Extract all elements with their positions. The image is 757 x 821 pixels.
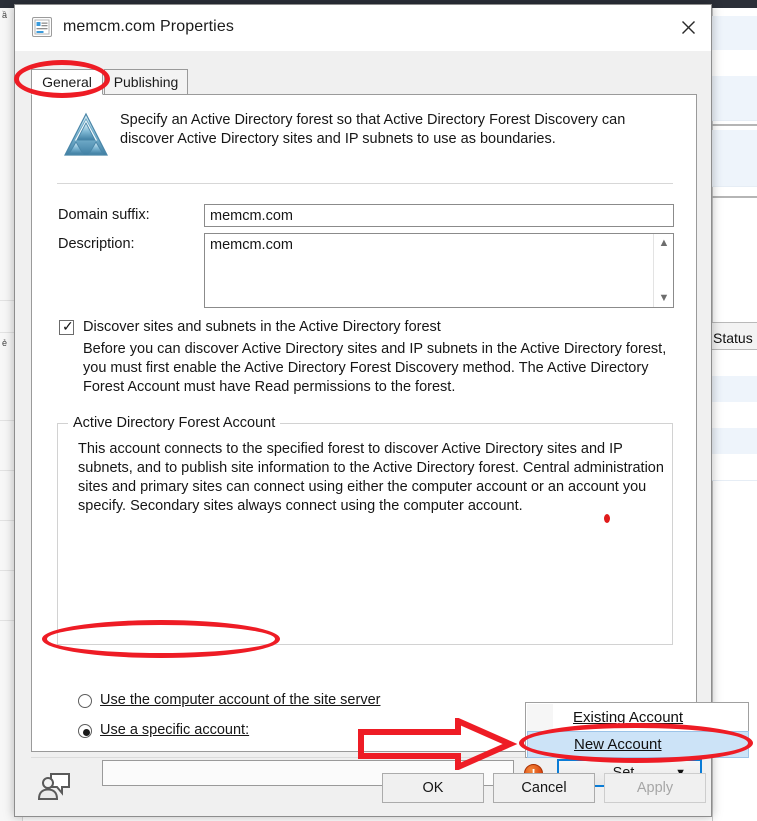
background-list-divider [712,196,757,198]
active-directory-forest-icon [62,111,110,159]
background-list-row [712,16,757,51]
domain-suffix-label: Domain suffix: [58,207,150,223]
annotation-ellipse-use-specific-account [42,620,280,658]
radio-use-computer-account-text: Use the computer account of the site ser… [100,692,381,708]
forest-account-group-title: Active Directory Forest Account [68,415,281,431]
cancel-button-label: Cancel [521,780,567,796]
chevron-up-icon[interactable]: ▲ [654,235,674,251]
cancel-button[interactable]: Cancel [493,773,595,803]
background-list-row [712,376,757,403]
background-list-row [712,98,757,121]
annotation-dot [604,514,610,523]
radio-use-specific-account-label: Use a specific account: [100,722,249,738]
background-list-divider [712,124,757,126]
check-icon: ✓ [62,318,74,334]
annotation-ellipse-general-tab [14,60,110,98]
send-feedback-icon[interactable] [37,770,71,802]
dialog-titlebar: memcm.com Properties [15,5,711,51]
radio-use-computer-account-label: Use the computer account of the site ser… [100,692,380,708]
ok-button-label: OK [422,780,444,796]
screenshot-root: ầ ẻ Status memcm.com Properties General … [0,0,757,821]
description-value: memcm.com [210,237,293,253]
chevron-down-icon[interactable]: ▼ [654,290,674,306]
discover-sites-checkbox-label: Discover sites and subnets in the Active… [83,319,441,335]
background-list-row [712,350,757,377]
background-list-row [712,50,757,77]
tabstrip: General Publishing [31,69,697,95]
radio-circle-selected[interactable] [78,724,92,738]
background-list-row [712,158,757,187]
tab-publishing-label: Publishing [113,74,179,90]
background-status-column-label: Status [713,330,753,346]
description-label: Description: [58,236,135,252]
properties-dialog: memcm.com Properties General Publishing [14,4,712,817]
domain-suffix-value: memcm.com [210,208,293,224]
background-list-row [712,130,757,159]
close-icon[interactable] [665,5,711,49]
checkbox-box[interactable]: ✓ [59,318,74,335]
discover-sites-help-text: Before you can discover Active Directory… [83,341,667,395]
header-separator [57,183,673,184]
dialog-header-text: Specify an Active Directory forest so th… [120,112,626,147]
apply-button: Apply [604,773,706,803]
tab-publishing[interactable]: Publishing [104,69,188,95]
forest-account-group-text: This account connects to the specified f… [78,441,664,514]
radio-circle[interactable] [78,694,92,708]
annotation-ellipse-new-account [519,723,753,763]
background-list-row [712,402,757,429]
radio-selected-dot [82,728,90,736]
radio-use-specific-account-text: Use a specific account: [100,722,250,738]
description-input[interactable]: memcm.com [204,233,674,308]
ok-button[interactable]: OK [382,773,484,803]
description-scrollbar[interactable]: ▲ ▼ [653,234,673,307]
properties-document-icon [31,16,53,38]
dialog-title: memcm.com Properties [63,18,234,35]
background-list-row [712,454,757,481]
domain-suffix-input[interactable]: memcm.com [204,204,674,227]
apply-button-label: Apply [636,780,674,796]
background-list-row [712,428,757,455]
background-list-row [712,76,757,99]
